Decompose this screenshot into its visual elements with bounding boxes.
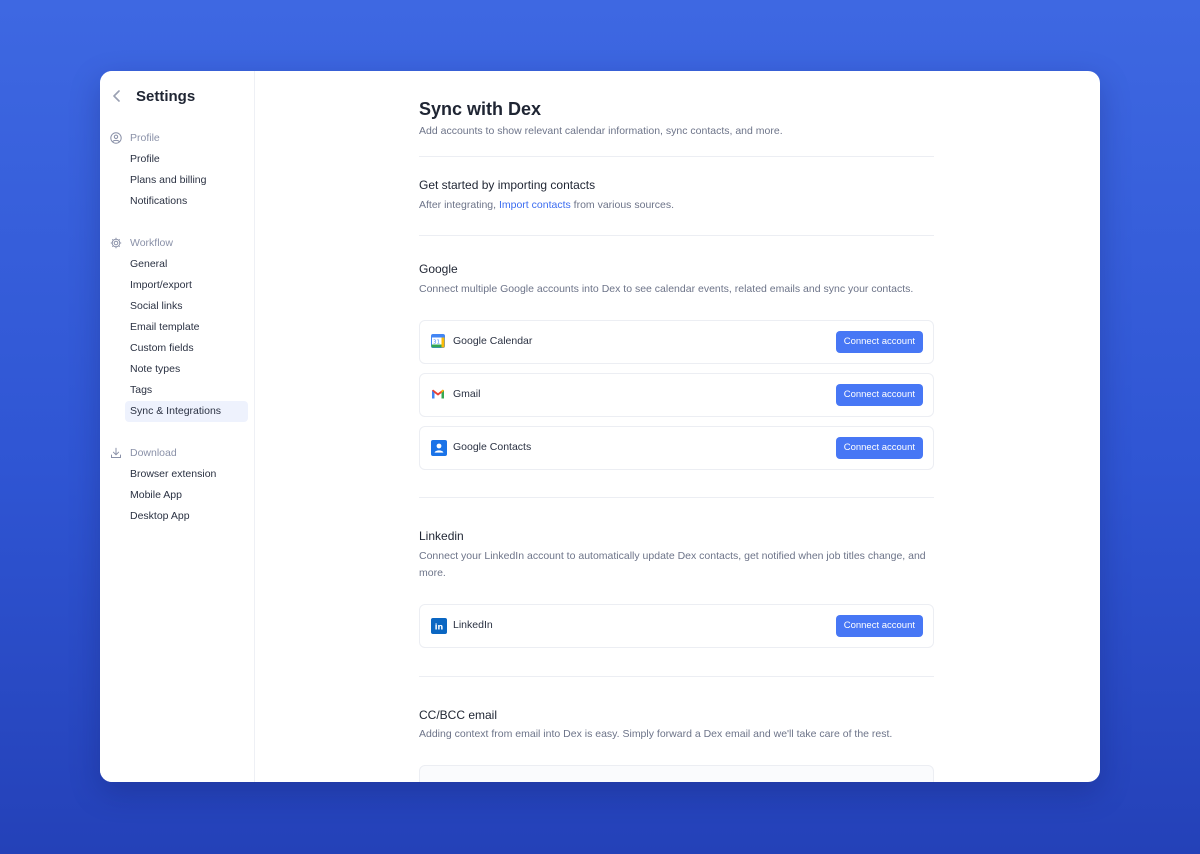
sidebar-section-label: Workflow [130, 237, 173, 249]
sidebar-item-custom-fields[interactable]: Custom fields [110, 338, 248, 359]
user-circle-icon [110, 132, 122, 144]
linkedin-description: Connect your LinkedIn account to automat… [419, 550, 926, 579]
sidebar-item-plans-billing[interactable]: Plans and billing [110, 170, 248, 191]
sidebar-section-heading: Download [110, 445, 248, 461]
import-heading: Get started by importing contacts [419, 178, 596, 192]
sidebar-item-profile[interactable]: Profile [110, 149, 248, 170]
card-label: Google Calendar [453, 335, 533, 347]
ccbcc-heading: CC/BCC email [419, 708, 498, 722]
sidebar-item-note-types[interactable]: Note types [110, 359, 248, 380]
sidebar-item-desktop-app[interactable]: Desktop App [110, 506, 248, 527]
svg-text:in: in [435, 623, 444, 632]
back-chevron-icon[interactable] [110, 89, 124, 103]
import-description: After integrating, Import contacts from … [419, 197, 934, 214]
gmail-card: Gmail Connect account [419, 373, 934, 417]
import-contacts-link[interactable]: Import contacts [499, 199, 571, 211]
download-icon [110, 447, 122, 459]
card-label: Google Contacts [453, 441, 532, 453]
google-contacts-icon [431, 440, 447, 456]
connect-linkedin-button[interactable]: Connect account [835, 615, 923, 637]
google-contacts-card: Google Contacts Connect account [419, 426, 934, 470]
ccbcc-description: Adding context from email into Dex is ea… [419, 728, 893, 740]
google-description: Connect multiple Google accounts into De… [419, 283, 914, 295]
settings-sidebar: Settings Profile Profile Plans and billi… [100, 71, 255, 782]
google-calendar-card: 31 Google Calendar Connect account [419, 320, 934, 364]
settings-title: Settings [136, 87, 196, 105]
sidebar-header: Settings [110, 81, 195, 111]
google-calendar-icon: 31 [431, 334, 447, 350]
sidebar-section-workflow: Workflow General Import/export Social li… [110, 235, 248, 422]
linkedin-card: in LinkedIn Connect account [419, 604, 934, 648]
page-title: Sync with Dex [419, 99, 542, 119]
sidebar-section-label: Profile [130, 132, 160, 144]
sidebar-item-email-template[interactable]: Email template [110, 317, 248, 338]
card-label: Gmail [453, 388, 481, 400]
sidebar-item-import-export[interactable]: Import/export [110, 275, 248, 296]
linkedin-heading: Linkedin [419, 529, 464, 543]
settings-window: Settings Profile Profile Plans and billi… [100, 71, 1100, 782]
sidebar-section-profile: Profile Profile Plans and billing Notifi… [110, 130, 248, 212]
connect-google-calendar-button[interactable]: Connect account [835, 331, 923, 353]
sidebar-item-social-links[interactable]: Social links [110, 296, 248, 317]
divider [419, 676, 934, 677]
ccbcc-email-box [419, 765, 934, 782]
import-text-before: After integrating, [419, 199, 499, 211]
divider [419, 156, 934, 157]
gear-icon [110, 237, 122, 249]
sidebar-section-heading: Workflow [110, 235, 248, 251]
page-subtitle: Add accounts to show relevant calendar i… [419, 125, 783, 137]
sidebar-item-sync-integrations[interactable]: Sync & Integrations [125, 401, 248, 422]
sidebar-section-download: Download Browser extension Mobile App De… [110, 445, 248, 527]
connect-gmail-button[interactable]: Connect account [835, 384, 923, 406]
import-text-after: from various sources. [570, 199, 675, 211]
gmail-icon [431, 387, 447, 403]
google-heading: Google [419, 262, 458, 276]
connect-google-contacts-button[interactable]: Connect account [835, 437, 923, 459]
sidebar-item-general[interactable]: General [110, 254, 248, 275]
sidebar-item-mobile-app[interactable]: Mobile App [110, 485, 248, 506]
sidebar-item-tags[interactable]: Tags [110, 380, 248, 401]
sidebar-section-label: Download [130, 447, 177, 459]
sidebar-item-notifications[interactable]: Notifications [110, 191, 248, 212]
divider [419, 497, 934, 498]
settings-main: Sync with Dex Add accounts to show relev… [255, 71, 1100, 782]
svg-text:31: 31 [433, 340, 440, 346]
card-label: LinkedIn [453, 619, 493, 631]
sidebar-item-browser-extension[interactable]: Browser extension [110, 464, 248, 485]
linkedin-icon: in [431, 618, 447, 634]
divider [419, 235, 934, 236]
sidebar-section-heading: Profile [110, 130, 248, 146]
